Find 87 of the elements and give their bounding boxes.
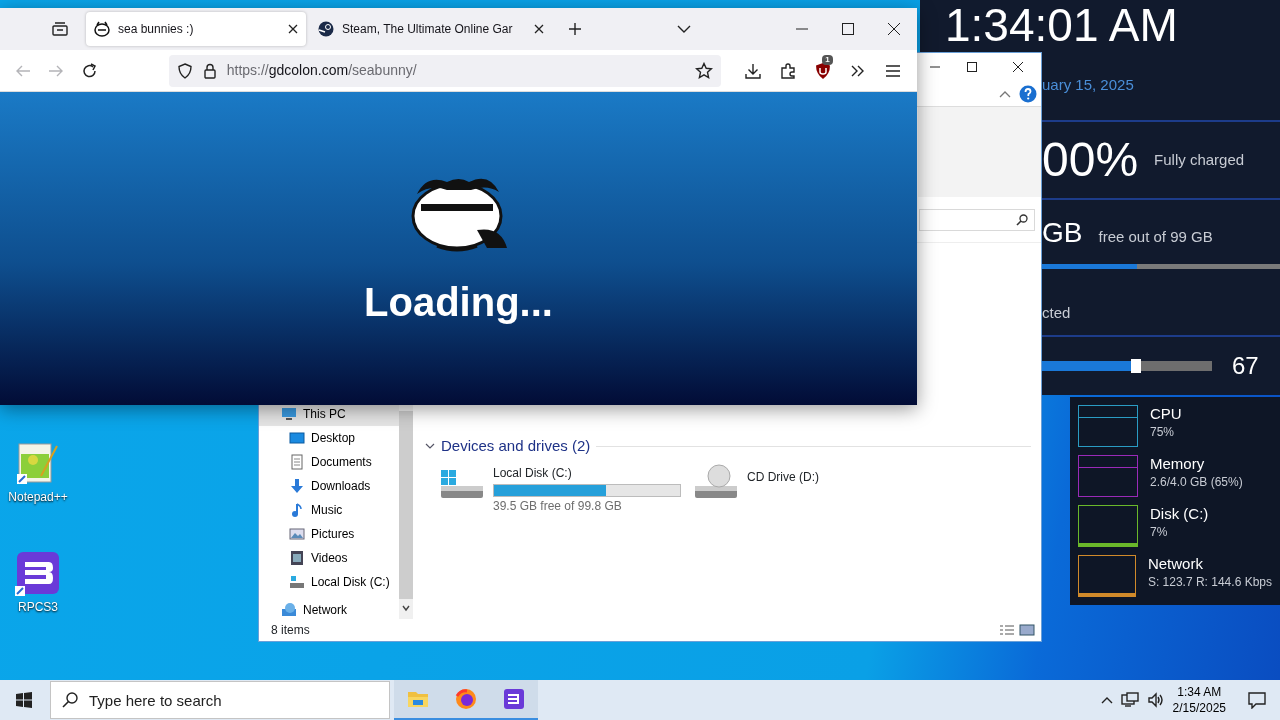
section-heading[interactable]: Devices and drives (2) [441,435,591,458]
maximize-icon [842,23,854,35]
clock-text: 1:34:01 AM [944,0,1178,48]
browser-tab[interactable]: sea bunnies :) [86,12,306,46]
download-icon [289,478,305,494]
collapse-icon[interactable] [425,442,435,451]
tiles-view-icon[interactable] [1019,624,1035,636]
chevron-up-icon[interactable] [1100,696,1113,704]
tab-close-button[interactable] [534,24,544,34]
metric-value: 2.6/4.0 GB (65%) [1150,474,1243,491]
star-icon[interactable] [694,61,713,80]
nav-item[interactable]: Downloads [259,474,399,498]
desktop-icon [289,430,305,446]
metric-name: Memory [1150,455,1206,473]
lock-icon [202,62,217,79]
drive-name: CD Drive (D:) [747,468,819,486]
speech-bubble-icon [1248,691,1266,709]
battery-status: Fully charged [1154,149,1245,170]
battery-percent: 00% [1042,132,1139,188]
network-icon [281,602,297,618]
film-icon [289,550,305,566]
storage-detail: free out of 99 GB [1098,227,1213,247]
picture-icon [289,526,305,542]
storage-free: GB [1042,216,1083,250]
taskbar-clock[interactable]: 1:34 AM 2/15/2025 [1164,683,1234,717]
date-text: uary 15, 2025 [1042,75,1134,95]
rpcs3-icon [503,688,525,710]
bunny-favicon [94,21,110,37]
ublock-button[interactable]: 1 [807,54,839,87]
metric-value: S: 123.7 R: 144.6 Kbps [1147,574,1272,591]
steam-favicon [318,21,334,37]
music-note-icon [289,502,305,518]
metric-value: 75% [1150,424,1176,441]
badge-count: 1 [822,54,833,65]
metric-name: Disk (C:) [1150,505,1209,523]
tab-close-button[interactable] [288,24,298,34]
metric-name: Network [1147,555,1204,573]
close-icon [534,24,544,34]
address-bar[interactable]: https://gdcolon.com/seabunny/ [168,54,721,87]
close-icon [1013,62,1023,72]
network-status: cted [1042,303,1071,323]
rpcs3-icon [15,550,61,598]
windows-logo-icon [16,692,32,708]
url-text: https://gdcolon.com/seabunny/ [226,61,417,80]
nav-item[interactable]: Network [259,598,399,622]
computer-icon [281,406,297,422]
nav-item[interactable]: Pictures [259,522,399,546]
metric-value: 7% [1150,524,1169,541]
nav-item[interactable]: Local Disk (C:) [259,570,399,594]
browser-tab[interactable]: Steam, The Ultimate Online Gar [310,12,552,46]
volume-slider[interactable] [1042,361,1212,371]
drive-item[interactable]: CD Drive (D:) [693,463,947,515]
search-icon [62,692,78,708]
maximize-icon [967,62,977,72]
shield-icon [176,62,193,79]
plus-icon [569,23,581,35]
tray-icon [52,22,68,36]
network-icon[interactable] [1120,692,1139,708]
drive-detail: 39.5 GB free of 99.8 GB [493,497,623,515]
chevron-icon[interactable] [999,89,1011,98]
drive-name: Local Disk (C:) [493,464,573,482]
time-text: 1:34 AM [1176,683,1223,700]
search-field[interactable] [919,208,1035,231]
date-text: 2/15/2025 [1172,700,1226,717]
close-icon [888,23,900,35]
help-icon[interactable] [1019,84,1037,103]
nav-item[interactable]: Documents [259,450,399,474]
item-count: 8 items [271,622,310,639]
firefox-icon [455,688,477,710]
volume-icon[interactable] [1146,692,1165,708]
drive-icon [289,574,305,590]
chevron-icon [677,25,691,33]
puzzle-icon [778,61,797,80]
shield-icon [814,61,832,80]
drive-item[interactable]: Local Disk (C:) 39.5 GB free of 99.8 GB [439,463,693,515]
volume-value: 67 [1232,351,1259,381]
nav-item[interactable]: Videos [259,546,399,570]
nav-item[interactable]: Music [259,498,399,522]
search-icon [1016,213,1028,226]
document-icon [289,454,305,470]
metric-name: CPU [1150,405,1182,423]
search-field[interactable]: Type here to search [50,681,390,719]
close-icon [288,24,298,34]
nav-item[interactable]: Desktop [259,426,399,450]
loading-text: Loading... [364,279,553,326]
taskbar-app[interactable] [490,680,538,720]
download-icon [743,61,762,80]
